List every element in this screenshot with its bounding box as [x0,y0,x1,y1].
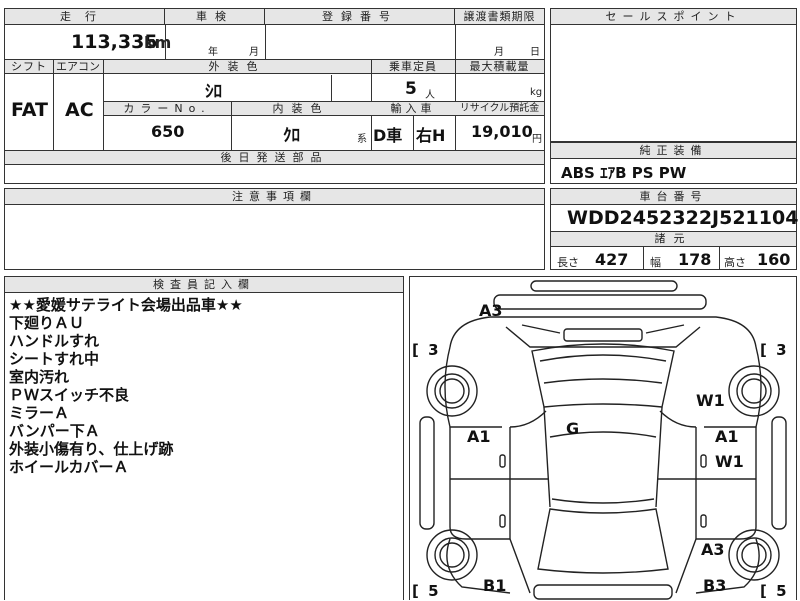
bracket-front-left: [ 3 [412,341,441,359]
load-unit: kg [530,87,543,98]
genuine-equipment-box: 純正装備 ABS ｴｱB PS PW [550,142,797,184]
dimensions-label: 諸元 [654,232,693,245]
sales-point-box: セールスポイント [550,8,797,142]
capacity-unit: 人 [425,90,435,101]
ac-label: エアコン [56,60,100,73]
mark-front-bumper: A3 [479,301,503,320]
ac-value: AC [65,99,94,121]
note-line: 下廻りＡＵ [9,314,85,332]
note-line: 外装小傷有り、仕上げ跡 [9,440,174,458]
mark-left-rear: B1 [483,576,507,595]
note-line: ミラーＡ [9,404,70,422]
exterior-value: ｼﾛ [205,82,222,102]
height-label: 高さ [724,256,746,269]
inspector-notes-box: 検査員記入欄 ★★愛媛サテライト会場出品車★★ 下廻りＡＵ ハンドルすれ シート… [4,276,404,600]
sales-point-header: セールスポイント [551,9,796,25]
inspection-header: 車検 [165,9,265,25]
note-line: ハンドルすれ [9,332,100,350]
import-value: D車 [373,126,403,145]
load-label: 最大積載量 [469,60,530,73]
transfer-month-unit: 月 [494,47,504,58]
height-value: 160 [757,250,791,269]
inspector-notes-header: 検査員記入欄 [5,277,403,293]
chassis-number: WDD2452322J521104 [567,207,799,229]
bracket-rear-left: [ 5 [412,582,441,600]
vehicle-info-table: 走行 車検 登録番号 譲渡書類期限 113,335 km 年 月 月 日 シフト… [4,8,545,184]
capacity-label: 乗車定員 [389,60,437,73]
capacity-value: 5 [405,79,417,99]
note-line: ＰＷスイッチ不良 [9,386,130,404]
recycle-unit: 円 [532,134,542,145]
transfer-header: 譲渡書類期限 [455,9,544,25]
mark-left-front-door: A1 [467,427,491,446]
registration-header: 登録番号 [265,9,455,25]
color-no-label: カラーNo. [123,102,211,115]
genuine-equipment-value: ABS ｴｱB PS PW [561,164,687,182]
inspector-notes-list: ★★愛媛サテライト会場出品車★★ 下廻りＡＵ ハンドルすれ シートすれ中 室内汚… [9,296,399,476]
mark-right-front-door-a: A1 [715,427,739,446]
note-line: 室内汚れ [9,368,70,386]
note-line: ★★愛媛サテライト会場出品車★★ [9,296,243,314]
shift-value: FAT [11,99,48,121]
transfer-day-unit: 日 [530,47,540,58]
damage-diagram-box: A3 G W1 A1 A1 W1 A3 B1 B3 [ 3 [ 3 [ 5 [ … [409,276,797,600]
steering-value: 右H [416,126,446,145]
mark-windshield: G [566,419,580,438]
inspection-year-unit: 年 [208,47,218,58]
mark-right-rear: B3 [703,576,727,595]
interior-value: ｸﾛ [283,126,300,146]
import-label: 輸入車 [390,102,436,115]
exterior-label: 外装色 [208,60,266,73]
mark-right-front-fender: W1 [696,391,725,410]
length-label: 長さ [557,256,579,269]
mark-right-front-door-w: W1 [715,452,744,471]
mileage-header: 走行 [5,9,165,25]
recycle-label: リサイクル預託金 [459,103,540,114]
inspection-month-unit: 月 [249,47,259,58]
note-line: シートすれ中 [9,350,100,368]
width-label: 幅 [650,256,661,269]
mark-right-rear-fender: A3 [701,540,725,559]
note-line: ホイールカバーＡ [9,458,129,476]
chassis-header: 車台番号 [551,189,796,205]
genuine-equipment-header: 純正装備 [551,143,796,159]
note-line: バンパー下Ａ [9,422,100,440]
recycle-value: 19,010 [471,122,533,141]
interior-label: 内装色 [272,102,330,115]
interior-suffix: 系 [357,134,367,145]
width-value: 178 [678,250,712,269]
bracket-front-right: [ 3 [760,341,789,359]
chassis-box: 車台番号 WDD2452322J521104 諸元 長さ 427 幅 178 高… [550,188,799,270]
length-value: 427 [595,250,629,269]
caution-header: 注意事項欄 [5,189,544,205]
shift-label: シフト [11,60,47,73]
later-parts-label: 後日発送部品 [220,151,329,164]
color-no-value: 650 [151,122,185,141]
mileage-unit: km [144,33,172,52]
bracket-rear-right: [ 5 [760,582,789,600]
caution-box: 注意事項欄 [4,188,545,270]
